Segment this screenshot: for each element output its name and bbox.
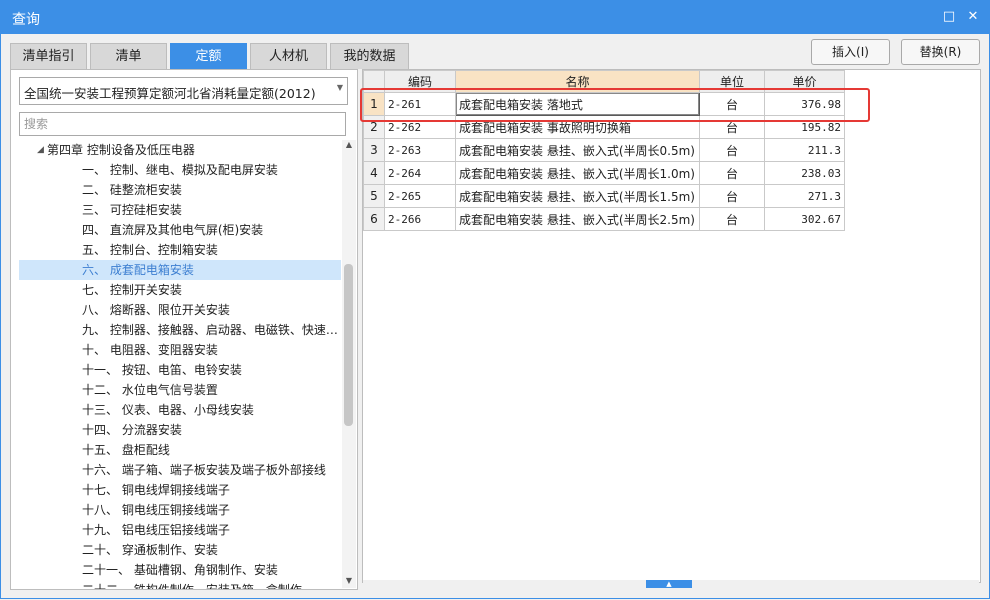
chapter-tree: ◢ 第四章 控制设备及低压电器 一、 控制、继电、模拟及配电屏安装 二、 硅整流…	[11, 140, 341, 589]
cell-name[interactable]: 成套配电箱安装 悬挂、嵌入式(半周长2.5m)	[455, 207, 700, 231]
tree-item[interactable]: 十八、 铜电线压铜接线端子	[19, 500, 341, 520]
highlight-annotation-box	[360, 88, 870, 122]
horizontal-scrollbar[interactable]: ▲	[363, 580, 979, 588]
tree-item[interactable]: 十二、 水位电气信号装置	[19, 380, 341, 400]
cell-unit[interactable]: 台	[699, 161, 765, 185]
quota-set-select[interactable]: 全国统一安装工程预算定额河北省消耗量定额(2012) ▼	[19, 77, 348, 105]
tree-item[interactable]: 五、 控制台、控制箱安装	[19, 240, 341, 260]
table-row[interactable]: 3 2-263 成套配电箱安装 悬挂、嵌入式(半周长0.5m) 台 211.3	[363, 138, 845, 162]
cell-code[interactable]: 2-265	[384, 184, 456, 208]
tree-item[interactable]: 三、 可控硅柜安装	[19, 200, 341, 220]
tree-item[interactable]: 四、 直流屏及其他电气屏(柜)安装	[19, 220, 341, 240]
table-row[interactable]: 4 2-264 成套配电箱安装 悬挂、嵌入式(半周长1.0m) 台 238.03	[363, 161, 845, 185]
cell-code[interactable]: 2-264	[384, 161, 456, 185]
row-number: 5	[363, 184, 385, 208]
tree-item[interactable]: 二十一、 基础槽钢、角钢制作、安装	[19, 560, 341, 580]
tree-item[interactable]: 十四、 分流器安装	[19, 420, 341, 440]
tree-item[interactable]: 八、 熔断器、限位开关安装	[19, 300, 341, 320]
cell-price[interactable]: 238.03	[764, 161, 845, 185]
tree-item[interactable]: 十一、 按钮、电笛、电铃安装	[19, 360, 341, 380]
tree-item[interactable]: 十、 电阻器、变阻器安装	[19, 340, 341, 360]
tree-item[interactable]: 九、 控制器、接触器、启动器、电磁铁、快速…	[19, 320, 341, 340]
close-icon[interactable]: ✕	[964, 8, 982, 26]
cell-price[interactable]: 271.3	[764, 184, 845, 208]
cell-unit[interactable]: 台	[699, 207, 765, 231]
tree-item[interactable]: 十三、 仪表、电器、小母线安装	[19, 400, 341, 420]
tree-item-selected[interactable]: 六、 成套配电箱安装	[19, 260, 341, 280]
title-bar: 查询 □ ✕	[0, 0, 990, 34]
tree-item[interactable]: 二、 硅整流柜安装	[19, 180, 341, 200]
table-row[interactable]: 6 2-266 成套配电箱安装 悬挂、嵌入式(半周长2.5m) 台 302.67	[363, 207, 845, 231]
cell-unit[interactable]: 台	[699, 184, 765, 208]
left-panel: 全国统一安装工程预算定额河北省消耗量定额(2012) ▼ ◢ 第四章 控制设备及…	[10, 69, 358, 590]
tree-chapter-label: 第四章 控制设备及低压电器	[47, 143, 195, 157]
cell-price[interactable]: 211.3	[764, 138, 845, 162]
insert-button[interactable]: 插入(I)	[811, 39, 890, 65]
tab-bill-guide[interactable]: 清单指引	[10, 43, 87, 69]
row-number: 6	[363, 207, 385, 231]
tree-item[interactable]: 二十二、 铁构件制作、安装及箱、盒制作	[19, 580, 341, 589]
search-input[interactable]	[19, 112, 346, 136]
tree-item[interactable]: 一、 控制、继电、模拟及配电屏安装	[19, 160, 341, 180]
tree-item[interactable]: 二十、 穿通板制作、安装	[19, 540, 341, 560]
tree-item[interactable]: 十九、 铝电线压铝接线端子	[19, 520, 341, 540]
cell-unit[interactable]: 台	[699, 138, 765, 162]
scroll-down-icon[interactable]: ▼	[342, 576, 356, 588]
quota-set-value: 全国统一安装工程预算定额河北省消耗量定额(2012)	[24, 86, 316, 101]
cell-code[interactable]: 2-266	[384, 207, 456, 231]
scrollbar-thumb[interactable]	[344, 264, 353, 426]
tab-labor-material-machine[interactable]: 人材机	[250, 43, 327, 69]
tree-item[interactable]: 七、 控制开关安装	[19, 280, 341, 300]
row-number: 3	[363, 138, 385, 162]
tab-quota[interactable]: 定额	[170, 43, 247, 69]
chevron-down-icon[interactable]: ▼	[337, 83, 343, 92]
replace-button[interactable]: 替换(R)	[901, 39, 980, 65]
collapse-grip-icon[interactable]: ▲	[646, 580, 692, 588]
cell-code[interactable]: 2-263	[384, 138, 456, 162]
window-title: 查询	[12, 12, 40, 28]
tab-my-data[interactable]: 我的数据	[330, 43, 409, 69]
row-number: 4	[363, 161, 385, 185]
cell-name[interactable]: 成套配电箱安装 悬挂、嵌入式(半周长1.5m)	[455, 184, 700, 208]
cell-name[interactable]: 成套配电箱安装 悬挂、嵌入式(半周长1.0m)	[455, 161, 700, 185]
cell-price[interactable]: 302.67	[764, 207, 845, 231]
cell-name[interactable]: 成套配电箱安装 悬挂、嵌入式(半周长0.5m)	[455, 138, 700, 162]
tab-bill[interactable]: 清单	[90, 43, 167, 69]
tree-chapter[interactable]: ◢ 第四章 控制设备及低压电器	[19, 140, 341, 160]
expand-triangle-icon[interactable]: ◢	[37, 140, 44, 160]
tree-item[interactable]: 十五、 盘柜配线	[19, 440, 341, 460]
tree-item[interactable]: 十六、 端子箱、端子板安装及端子板外部接线	[19, 460, 341, 480]
table-row[interactable]: 5 2-265 成套配电箱安装 悬挂、嵌入式(半周长1.5m) 台 271.3	[363, 184, 845, 208]
tree-item[interactable]: 十七、 铜电线焊铜接线端子	[19, 480, 341, 500]
tree-scrollbar[interactable]: ▲ ▼	[342, 140, 356, 588]
maximize-icon[interactable]: □	[940, 8, 958, 26]
scroll-up-icon[interactable]: ▲	[342, 140, 356, 152]
results-panel: 编码 名称 单位 单价 1 2-261 成套配电箱安装 落地式 台 376.98…	[362, 69, 981, 583]
